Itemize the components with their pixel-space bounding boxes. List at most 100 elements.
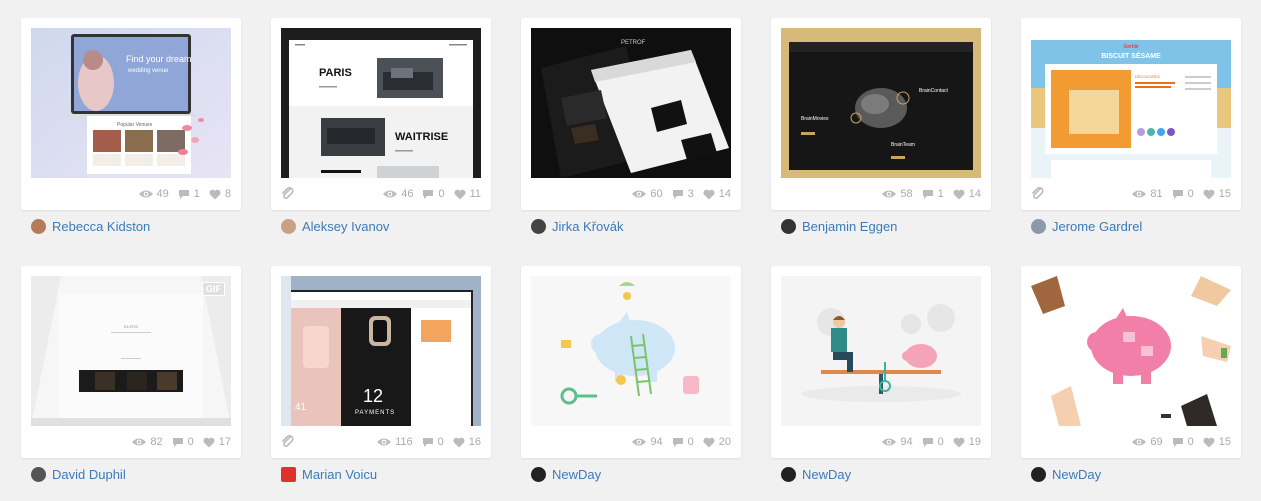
views-count: 116 [395,436,413,448]
comment-icon [922,437,933,447]
comment-icon [922,189,933,199]
comments-stat[interactable]: 0 [422,188,445,200]
thumb-text: DÉCOUVREZ [1135,74,1161,79]
likes-stat[interactable]: 16 [453,436,481,448]
designer-link[interactable]: Aleksey Ivanov [281,219,389,234]
shot-card: 12 PAYMENTS 41 116 0 16 [271,266,491,458]
comment-icon [422,437,433,447]
shot-card: ELSTIS GIF 82 0 17 [21,266,241,458]
avatar [281,467,296,482]
views-count: 94 [650,436,663,448]
shot-thumbnail[interactable]: PARIS WAITRISE [281,28,481,178]
designer-name: Rebecca Kidston [52,219,151,234]
thumb-text: Find your dream [126,54,192,64]
designer-link[interactable]: David Duphil [31,467,126,482]
designer-link[interactable]: Benjamin Eggen [781,219,897,234]
likes-stat[interactable]: 19 [953,436,981,448]
shot-stats: 69 0 15 [1031,434,1231,450]
views-count: 49 [156,188,169,200]
designer-link[interactable]: Jirka Křovák [531,219,624,234]
thumb-text: WAITRISE [395,131,448,143]
views-stat: 94 [882,436,913,448]
views-count: 46 [401,188,414,200]
views-count: 94 [900,436,913,448]
comment-icon [1172,437,1183,447]
comments-stat[interactable]: 0 [172,436,194,448]
shot-stats: 94 0 19 [781,434,981,450]
likes-stat[interactable]: 11 [454,188,481,200]
shot-card: Gerblé BISCUIT SÉSAME DÉCOUVREZ 81 0 15 [1021,18,1241,210]
eye-icon [632,190,647,198]
eye-icon [138,190,153,198]
likes-count: 16 [468,436,481,448]
shot-stats: 49 1 8 [31,186,231,202]
comments-stat[interactable]: 0 [922,436,944,448]
heart-icon [454,189,466,199]
eye-icon [383,190,398,198]
comment-icon [172,437,183,447]
shot-thumbnail[interactable]: ELSTIS GIF [31,276,231,426]
comments-stat[interactable]: 0 [1172,188,1194,200]
designer-link[interactable]: Marian Voicu [281,467,377,482]
comments-stat[interactable]: 1 [922,188,944,200]
likes-stat[interactable]: 20 [703,436,731,448]
shot-card: PARIS WAITRISE 46 0 11 [271,18,491,210]
comment-icon [672,189,683,199]
views-stat: 94 [632,436,663,448]
gif-badge: GIF [202,282,225,296]
shot-thumbnail[interactable] [1031,276,1231,426]
designer-name: NewDay [1052,467,1102,482]
thumb-text: 41 [295,402,307,413]
designer-link[interactable]: NewDay [781,467,851,482]
designer-name: Jerome Gardrel [1052,219,1143,234]
comments-count: 0 [187,436,194,448]
comments-stat[interactable]: 0 [1172,436,1194,448]
comment-icon [1172,189,1183,199]
likes-stat[interactable]: 15 [1203,436,1231,448]
likes-stat[interactable]: 14 [953,188,981,200]
avatar [781,219,796,234]
shot-thumbnail[interactable] [781,276,981,426]
designer-link[interactable]: NewDay [531,467,601,482]
views-count: 82 [150,436,163,448]
likes-stat[interactable]: 15 [1203,188,1231,200]
comments-count: 0 [687,436,694,448]
likes-count: 14 [968,188,981,200]
views-count: 58 [900,188,913,200]
designer-name: Jirka Křovák [552,219,624,234]
views-stat: 46 [383,188,413,200]
designer-link[interactable]: Jerome Gardrel [1031,219,1142,234]
thumb-text: BrainContact [919,88,949,94]
comments-stat[interactable]: 3 [672,188,694,200]
shot-thumbnail[interactable]: Find your dream wedding venue Popular Ve… [31,28,231,178]
designer-name: David Duphil [52,467,126,482]
heart-icon [209,189,221,199]
shot-stats: 82 0 17 [31,434,231,450]
heart-icon [953,189,965,199]
views-stat: 49 [138,188,169,200]
shot-thumbnail[interactable] [531,276,731,426]
shot-thumbnail[interactable]: BrainContact BrainMovies BrainTeam [781,28,981,178]
shot-stats: 94 0 20 [531,434,731,450]
comments-count: 0 [438,188,445,200]
likes-stat[interactable]: 14 [703,188,731,200]
comment-icon [672,437,683,447]
likes-stat[interactable]: 17 [203,436,231,448]
shot-thumbnail[interactable]: 12 PAYMENTS 41 [281,276,481,426]
designer-link[interactable]: NewDay [1031,467,1101,482]
designer-link[interactable]: Rebecca Kidston [31,219,150,234]
comments-count: 1 [193,188,200,200]
comments-stat[interactable]: 0 [672,436,694,448]
comments-count: 0 [1187,188,1194,200]
comments-stat[interactable]: 0 [422,436,444,448]
comments-count: 0 [437,436,444,448]
thumb-text: BrainTeam [891,142,915,148]
shot-thumbnail[interactable]: Gerblé BISCUIT SÉSAME DÉCOUVREZ [1031,28,1231,178]
comment-icon [178,189,189,199]
likes-stat[interactable]: 8 [209,188,231,200]
shot-thumbnail[interactable]: PETROF [531,28,731,178]
designer-name: Aleksey Ivanov [302,219,390,234]
thumb-text: 12 [363,386,383,406]
comments-stat[interactable]: 1 [178,188,200,200]
avatar [531,219,546,234]
